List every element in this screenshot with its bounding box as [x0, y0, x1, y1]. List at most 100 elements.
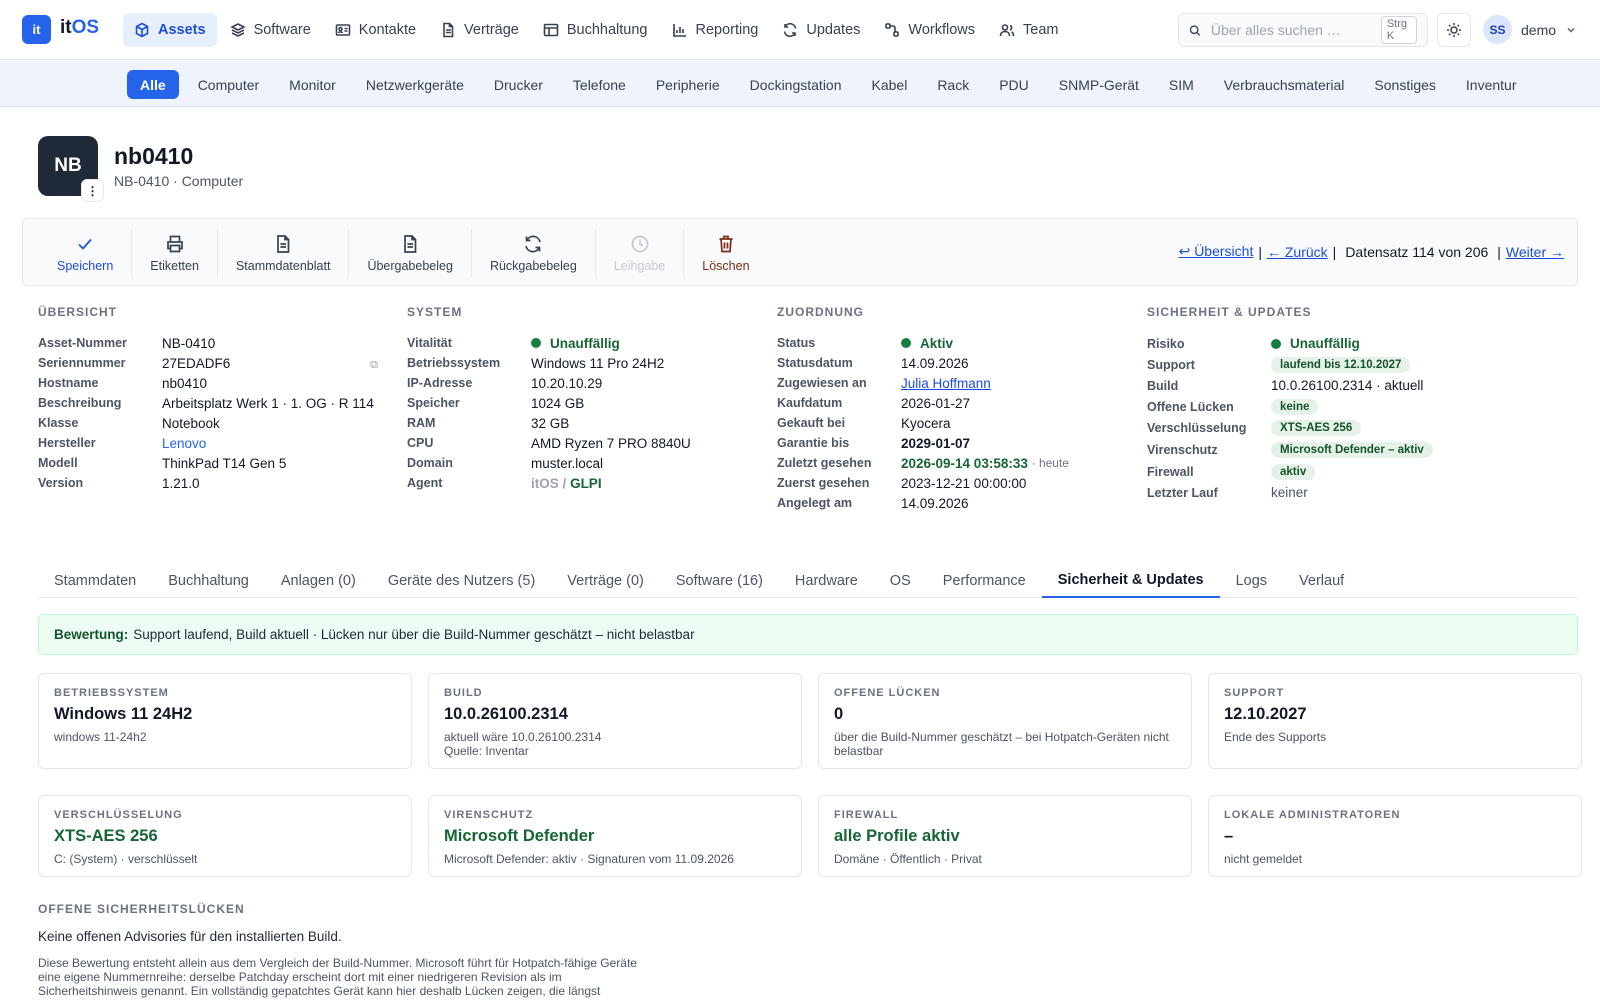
status-dot [531, 338, 541, 348]
tab-sicherheit-updates[interactable]: Sicherheit & Updates [1041, 563, 1220, 598]
category-alle[interactable]: Alle [127, 70, 179, 99]
clock-icon [631, 235, 648, 252]
card-detail: Domäne · Öffentlich · Privat [834, 852, 1176, 866]
user-menu[interactable]: SS demo [1483, 15, 1577, 44]
tab-hardware[interactable]: Hardware [779, 563, 874, 598]
nav-item-workflows[interactable]: Workflows [873, 13, 986, 47]
sun-icon [1447, 23, 1461, 37]
card-virenschutz: VIRENSCHUTZ Microsoft Defender Microsoft D… [428, 795, 802, 877]
tab-stammdaten[interactable]: Stammdaten [38, 563, 152, 598]
search-input[interactable] [1210, 22, 1371, 38]
category-pdu[interactable]: PDU [984, 70, 1044, 99]
contact-card-icon [335, 24, 351, 36]
nav-item-updates[interactable]: Updates [771, 13, 871, 47]
asset-number-value: NB-0410 [162, 335, 216, 351]
users-icon [999, 24, 1015, 37]
loan-button[interactable]: Leihgabe [596, 229, 685, 277]
ram-value: 32 GB [531, 415, 570, 431]
category-peripherie[interactable]: Peripherie [641, 70, 735, 99]
record-counter: Datensatz 114 von 206 [1345, 243, 1489, 260]
cpu-value: AMD Ryzen 7 PRO 8840U [531, 435, 691, 451]
card-detail-line: Quelle: Inventar [444, 744, 529, 758]
category-verbrauchsmaterial[interactable]: Verbrauchsmaterial [1209, 70, 1360, 99]
category-kabel[interactable]: Kabel [857, 70, 923, 99]
record-navigation: ↩ Übersicht | ← Zurück | Datensatz 114 v… [1178, 243, 1564, 260]
category-inventur[interactable]: Inventur [1451, 70, 1532, 99]
category-monitor[interactable]: Monitor [274, 70, 351, 99]
copy-icon[interactable]: ⧉ [370, 359, 378, 372]
tab-software-16[interactable]: Software (16) [660, 563, 779, 598]
category-netzwerkgeräte[interactable]: Netzwerkgeräte [351, 70, 479, 99]
no-advisories-text: Keine offenen Advisories für den install… [38, 929, 342, 944]
tab-geräte-des-nutzers-5[interactable]: Geräte des Nutzers (5) [372, 563, 551, 598]
card-label: VIRENSCHUTZ [444, 809, 534, 821]
page-title: nb0410 [114, 143, 194, 169]
assigned-user-link[interactable]: Julia Hoffmann [901, 376, 991, 391]
tab-os[interactable]: OS [874, 563, 927, 598]
nav-item-buchhaltung[interactable]: Buchhaltung [532, 13, 659, 47]
main-nav: Assets Software Kontakte Verträge Buchha… [123, 13, 1069, 47]
labels-button[interactable]: Etiketten [132, 229, 218, 277]
card-detail-line: Ende des Supports [1224, 730, 1327, 744]
build-value: 10.0.26100.2314 · aktuell [1271, 378, 1424, 393]
card-detail: aktuell wäre 10.0.26100.2314 Quelle: Inve… [444, 730, 786, 758]
asset-menu-button[interactable]: ⋮ [81, 179, 104, 202]
tab-buchhaltung[interactable]: Buchhaltung [152, 563, 265, 598]
theme-toggle-button[interactable] [1437, 13, 1471, 47]
refresh-icon [784, 22, 797, 38]
category-telefone[interactable]: Telefone [558, 70, 641, 99]
chevron-down-icon [1567, 27, 1575, 33]
app-name[interactable]: itOS [60, 17, 99, 39]
tab-logs[interactable]: Logs [1220, 563, 1283, 598]
category-computer[interactable]: Computer [183, 70, 274, 99]
card-label: BUILD [444, 687, 483, 699]
logo-icon[interactable]: it [22, 15, 51, 44]
back-link[interactable]: ← Zurück [1267, 244, 1328, 260]
delete-button[interactable]: Löschen [684, 229, 767, 277]
encryption-badge: XTS-AES 256 [1271, 420, 1362, 436]
return-receipt-button[interactable]: Rückgabebeleg [472, 229, 596, 277]
nav-item-software[interactable]: Software [219, 13, 322, 47]
top-navigation: it itOS Assets Software Kontakte Verträg… [0, 0, 1600, 60]
category-dockingstation[interactable]: Dockingstation [735, 70, 857, 99]
handover-receipt-button[interactable]: Übergabebeleg [349, 229, 472, 277]
detail-tabs: Stammdaten Buchhaltung Anlagen (0) Geräte d… [38, 563, 1578, 598]
avatar: SS [1483, 15, 1512, 44]
document-icon [404, 234, 417, 253]
master-data-sheet-button[interactable]: Stammdatenblatt [218, 229, 350, 277]
category-sim[interactable]: SIM [1154, 70, 1209, 99]
check-icon [78, 238, 92, 250]
asset-category-bar: Alle Computer Monitor Netzwerkgeräte Drucker… [0, 61, 1600, 107]
banner-text: Support laufend, Build aktuell · Lücken … [133, 627, 695, 642]
category-rack[interactable]: Rack [922, 70, 984, 99]
category-list: Alle Computer Monitor Netzwerkgeräte Drucker… [127, 70, 1532, 99]
save-button[interactable]: Speichern [43, 229, 133, 277]
category-snmp-gerät[interactable]: SNMP-Gerät [1044, 70, 1154, 99]
card-detail-line: Domäne · Öffentlich · Privat [834, 852, 982, 866]
category-drucker[interactable]: Drucker [479, 70, 558, 99]
nav-item-kontakte[interactable]: Kontakte [324, 13, 427, 47]
manufacturer-link[interactable]: Lenovo [162, 436, 206, 451]
tab-verträge-0[interactable]: Verträge (0) [551, 563, 660, 598]
card-offene-lücken: OFFENE LÜCKEN 0 über die Build-Nummer gesc… [818, 673, 1192, 769]
category-sonstiges[interactable]: Sonstiges [1359, 70, 1450, 99]
next-link[interactable]: Weiter → [1506, 244, 1564, 260]
nav-item-vertraege[interactable]: Verträge [429, 13, 530, 47]
overview-link[interactable]: ↩ Übersicht [1179, 243, 1254, 260]
vendor-value: Kyocera [901, 415, 951, 431]
nav-item-assets[interactable]: Assets [123, 13, 217, 47]
status-dot [1271, 338, 1281, 349]
card-betriebssystem: BETRIEBSSYSTEM Windows 11 24H2 windows 11-… [38, 673, 412, 769]
tab-anlagen-0[interactable]: Anlagen (0) [265, 563, 372, 598]
hostname-value: nb0410 [162, 375, 208, 391]
ip-value: 10.20.10.29 [531, 375, 603, 391]
global-search[interactable]: Strg K [1178, 13, 1428, 47]
card-detail-line: C: (System) · verschlüsselt [54, 852, 198, 866]
nav-item-reporting[interactable]: Reporting [661, 13, 770, 47]
tab-performance[interactable]: Performance [927, 563, 1042, 598]
nav-item-team[interactable]: Team [988, 13, 1069, 47]
card-detail-line: aktuell wäre 10.0.26100.2314 [444, 730, 602, 744]
layers-icon [229, 23, 246, 37]
serial-number-value: 27EDADF6 [162, 355, 231, 371]
tab-verlauf[interactable]: Verlauf [1283, 563, 1360, 598]
